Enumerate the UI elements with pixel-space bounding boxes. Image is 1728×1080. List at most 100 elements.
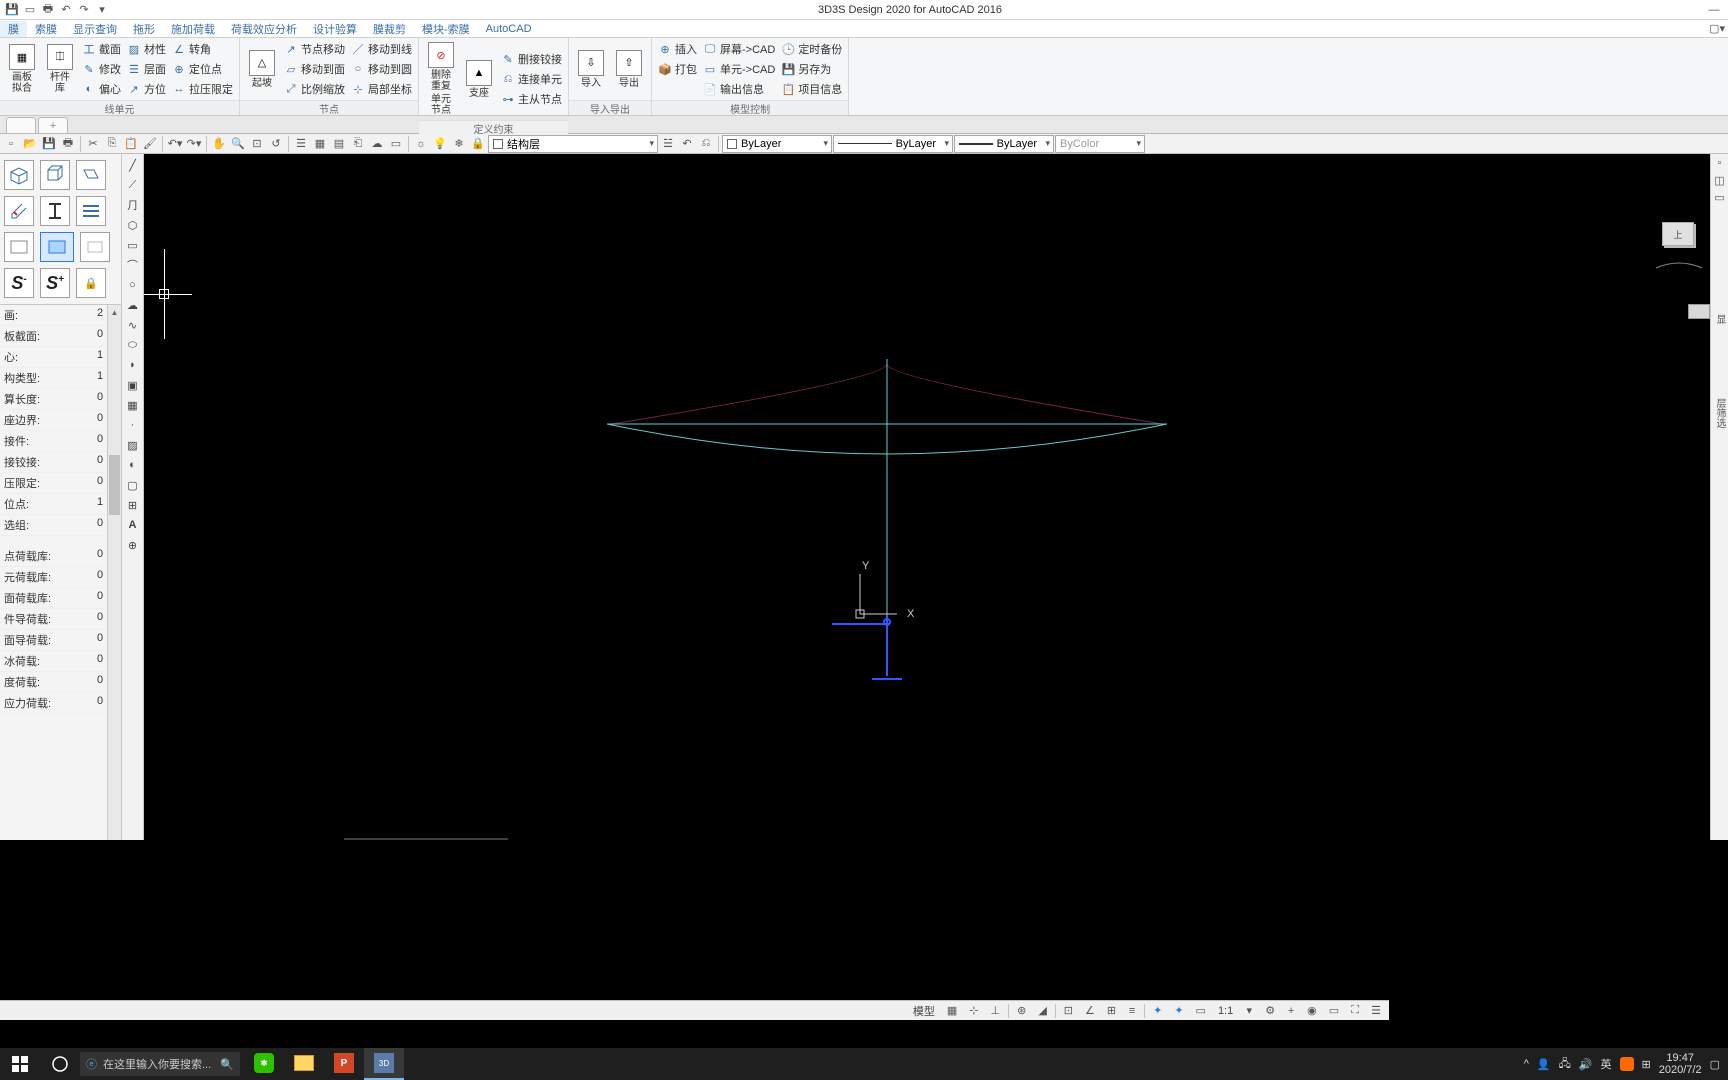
delete-dup-button[interactable]: ⊘ 删除重复 单元节点 — [423, 40, 459, 118]
pack-button[interactable]: 📦打包 — [656, 60, 699, 78]
hardware-accel-icon[interactable]: ◉ — [1303, 1003, 1321, 1019]
ribbon-collapse-icon[interactable]: ▢▾ — [1712, 21, 1728, 37]
scale-button[interactable]: ⤢比例缩放 — [282, 80, 347, 98]
markup-icon[interactable]: ☁ — [368, 135, 386, 153]
modify-button[interactable]: ✎修改 — [80, 60, 123, 78]
tray-expand-icon[interactable]: ^ — [1524, 1058, 1529, 1070]
tab-hezai[interactable]: 荷载效应分析 — [223, 21, 305, 37]
cortana-icon[interactable] — [40, 1055, 80, 1073]
anno-monitor-icon[interactable]: + — [1283, 1003, 1299, 1019]
face-tool[interactable] — [76, 160, 106, 190]
project-info-button[interactable]: 📋项目信息 — [779, 80, 844, 98]
polyline-tool-icon[interactable]: ⺆ — [124, 196, 142, 214]
support-button[interactable]: ▲ 支座 — [461, 58, 497, 101]
tab-xianshi[interactable]: 显示查询 — [65, 21, 125, 37]
mod-1-icon[interactable]: ▫ — [1713, 156, 1727, 170]
xline-tool-icon[interactable]: ⟋ — [124, 176, 142, 194]
property-row[interactable]: 画:2 — [0, 305, 121, 326]
rectangle-tool-icon[interactable]: ▭ — [124, 236, 142, 254]
anno-scale-drop-icon[interactable]: ▾ — [1241, 1003, 1257, 1019]
s-minus-tool[interactable]: S- — [4, 268, 34, 298]
layer-match-icon[interactable]: ⎌ — [697, 135, 715, 153]
cycling-icon[interactable]: ✦ — [1170, 1003, 1187, 1019]
ortho-toggle-icon[interactable]: ⊥ — [987, 1003, 1005, 1019]
notification-center-icon[interactable]: ▢ — [1710, 1058, 1720, 1071]
save-file-icon[interactable]: 💾 — [40, 135, 58, 153]
tab-tuoxing[interactable]: 拖形 — [125, 21, 163, 37]
property-row[interactable]: 板截面:0 — [0, 326, 121, 347]
ibeam-tool[interactable] — [40, 196, 70, 226]
layer-freeze-icon[interactable]: ❄ — [450, 135, 468, 153]
cut-icon[interactable]: ✂ — [84, 135, 102, 153]
mtext-tool-icon[interactable]: A — [124, 516, 142, 534]
clean-screen-icon[interactable]: ⛶ — [1347, 1003, 1363, 1019]
ellipse-tool-icon[interactable]: ⬭ — [124, 336, 142, 354]
property-row[interactable] — [0, 536, 121, 546]
tray-ime[interactable]: 英 — [1601, 1056, 1612, 1072]
unit-cad-button[interactable]: ▭单元->CAD — [701, 60, 777, 78]
print-icon[interactable]: 🖶 — [40, 2, 56, 18]
tension-button[interactable]: ↔拉压限定 — [170, 80, 235, 98]
polar-toggle-icon[interactable]: ⊛ — [1013, 1003, 1030, 1019]
nav-status-tag[interactable] — [1688, 304, 1710, 319]
rect-tool[interactable] — [4, 232, 34, 262]
layer-bulb-icon[interactable]: 💡 — [431, 135, 449, 153]
start-button[interactable] — [0, 1048, 40, 1080]
region-tool-icon[interactable]: ▢ — [124, 476, 142, 494]
redo-icon[interactable]: ↷ — [76, 2, 92, 18]
hatch-tool-icon[interactable]: ▨ — [124, 436, 142, 454]
layer-filter-icon[interactable]: ☼ — [412, 135, 430, 153]
property-row[interactable]: 度荷载:0 — [0, 672, 121, 693]
property-row[interactable]: 应力荷载:0 — [0, 693, 121, 714]
property-row[interactable]: 面荷载库:0 — [0, 588, 121, 609]
zoom-prev-icon[interactable]: ↺ — [267, 135, 285, 153]
material-button[interactable]: ▨材性 — [125, 40, 168, 58]
check-tool[interactable] — [4, 196, 34, 226]
redo-tb-icon[interactable]: ↷▾ — [185, 135, 203, 153]
qipo-button[interactable]: △ 起坡 — [244, 48, 280, 91]
customize-status-icon[interactable]: ☰ — [1367, 1003, 1385, 1019]
move-circle-button[interactable]: ○移动到圆 — [349, 60, 414, 78]
property-row[interactable]: 压限定:0 — [0, 473, 121, 494]
drawing-canvas[interactable]: X Y 上 选择对象: 指定对角点: 找到 1 个 选择对象: — [144, 154, 1710, 937]
wire-box-tool[interactable] — [40, 160, 70, 190]
dyn-ucs-icon[interactable]: ▭ — [1192, 1003, 1210, 1019]
model-space-button[interactable]: 模型 — [909, 1003, 939, 1019]
mod-2-icon[interactable]: ◫ — [1713, 173, 1727, 187]
huaban-nihe-button[interactable]: ▦ 画板 拟合 — [4, 42, 40, 96]
lock-tool[interactable]: 🔒 — [76, 268, 106, 298]
orient-button[interactable]: ↗方位 — [125, 80, 168, 98]
node-move-button[interactable]: ↗节点移动 — [282, 40, 347, 58]
plot-icon[interactable]: 🖶 — [59, 135, 77, 153]
taskbar-clock[interactable]: 19:47 2020/7/2 — [1659, 1052, 1702, 1076]
export-button[interactable]: ⇧ 导出 — [611, 48, 647, 91]
s-plus-tool[interactable]: S+ — [40, 268, 70, 298]
paste-icon[interactable]: 📋 — [122, 135, 140, 153]
props-icon[interactable]: ☰ — [292, 135, 310, 153]
grid-toggle-icon[interactable]: ▦ — [943, 1003, 961, 1019]
tab-autocad[interactable]: AutoCAD — [478, 23, 540, 35]
property-row[interactable]: 件导荷载:0 — [0, 609, 121, 630]
copy-icon[interactable]: ⎘ — [103, 135, 121, 153]
local-coord-button[interactable]: ⊹局部坐标 — [349, 80, 414, 98]
table-tool-icon[interactable]: ⊞ — [124, 496, 142, 514]
tab-sheji[interactable]: 设计验算 — [305, 21, 365, 37]
property-row[interactable]: 座边界:0 — [0, 410, 121, 431]
iso-toggle-icon[interactable]: ◢ — [1034, 1003, 1050, 1019]
tool-palette-icon[interactable]: ▤ — [330, 135, 348, 153]
otrack-icon[interactable]: ⊞ — [1103, 1003, 1120, 1019]
empty-rect-tool[interactable] — [80, 232, 110, 262]
section-button[interactable]: 工截面 — [80, 40, 123, 58]
lineweight-combo[interactable]: ByLayer — [954, 135, 1054, 153]
doc-tab-1[interactable] — [6, 117, 36, 133]
app-3d3s[interactable]: 3D — [364, 1048, 404, 1080]
move-line-button[interactable]: ／移动到线 — [349, 40, 414, 58]
move-face-button[interactable]: ▱移动到面 — [282, 60, 347, 78]
transparency-icon[interactable]: ✦ — [1149, 1003, 1166, 1019]
master-slave-button[interactable]: ⊶主从节点 — [499, 90, 564, 108]
property-row[interactable]: 位点:1 — [0, 494, 121, 515]
rect-sel-tool[interactable] — [40, 232, 74, 262]
tab-caijian[interactable]: 膜裁剪 — [365, 21, 414, 37]
layers-tool[interactable] — [76, 196, 106, 226]
app-powerpoint[interactable]: P — [324, 1048, 364, 1080]
